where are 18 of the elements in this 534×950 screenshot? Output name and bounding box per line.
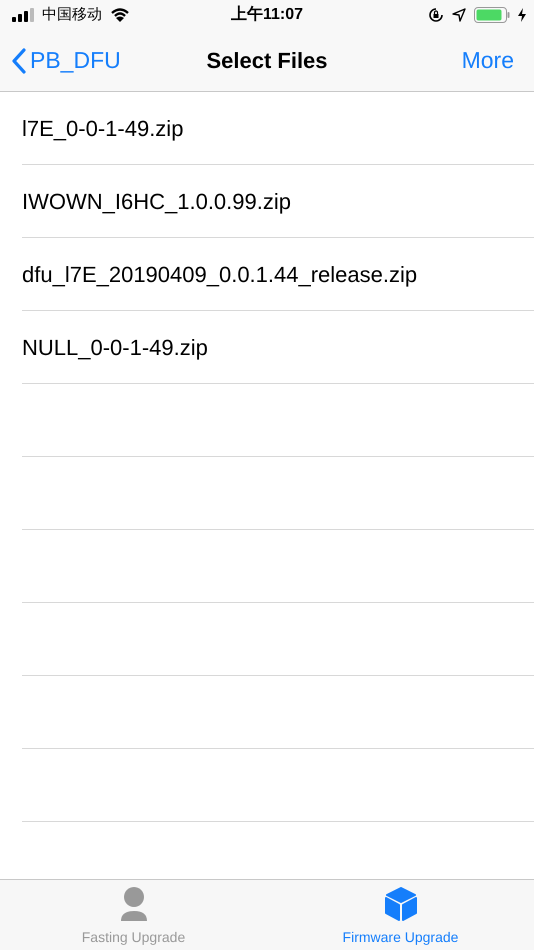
cube-icon bbox=[384, 887, 416, 921]
file-row[interactable]: dfu_l7E_20190409_0.0.1.44_release.zip bbox=[22, 238, 534, 311]
rotation-lock-icon bbox=[428, 7, 444, 23]
person-icon bbox=[120, 887, 148, 921]
screen-title: Select Files bbox=[206, 47, 328, 75]
location-icon bbox=[452, 8, 466, 22]
carrier-name: 中国移动 bbox=[42, 4, 102, 25]
charging-icon bbox=[518, 8, 526, 22]
chevron-icon bbox=[12, 48, 26, 74]
clock-time: 上午11:07 bbox=[230, 4, 304, 25]
more-button[interactable]: More bbox=[462, 43, 514, 78]
tab-bar-item[interactable]: Firmware Upgrade bbox=[267, 880, 534, 950]
file-row[interactable]: IWOWN_I6HC_1.0.0.99.zip bbox=[22, 165, 534, 238]
wifi-icon bbox=[110, 8, 130, 22]
file-row[interactable]: NULL_0-0-1-49.zip bbox=[22, 311, 534, 384]
battery-icon bbox=[474, 7, 510, 23]
back-button[interactable]: PB_DFU bbox=[12, 43, 121, 78]
file-row[interactable]: l7E_0-0-1-49.zip bbox=[22, 92, 534, 165]
